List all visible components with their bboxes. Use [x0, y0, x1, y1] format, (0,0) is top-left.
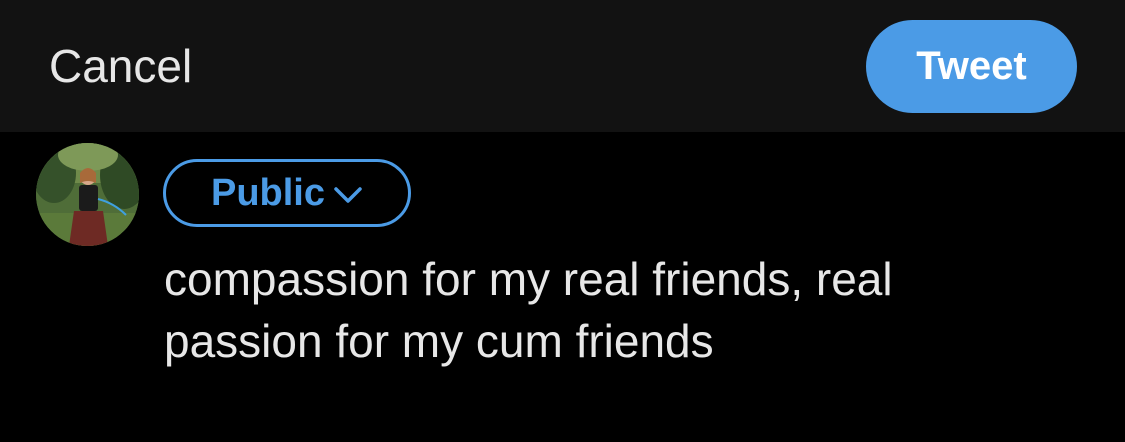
- audience-selector-button[interactable]: Public: [163, 159, 411, 227]
- tweet-text-line: compassion for my real friends, real: [164, 253, 893, 305]
- chevron-down-icon: [334, 187, 362, 203]
- tweet-button[interactable]: Tweet: [866, 20, 1077, 113]
- composer-header: Cancel Tweet: [0, 0, 1125, 132]
- avatar[interactable]: [36, 143, 139, 246]
- cancel-button[interactable]: Cancel: [49, 38, 192, 94]
- tweet-text-line: passion for my cum friends: [164, 315, 714, 367]
- tweet-text-input[interactable]: compassion for my real friends, real pas…: [164, 248, 1064, 372]
- avatar-image: [36, 143, 139, 246]
- audience-label: Public: [210, 172, 326, 214]
- tweet-composer-screen: Cancel Tweet Public compassion for my re…: [0, 0, 1125, 442]
